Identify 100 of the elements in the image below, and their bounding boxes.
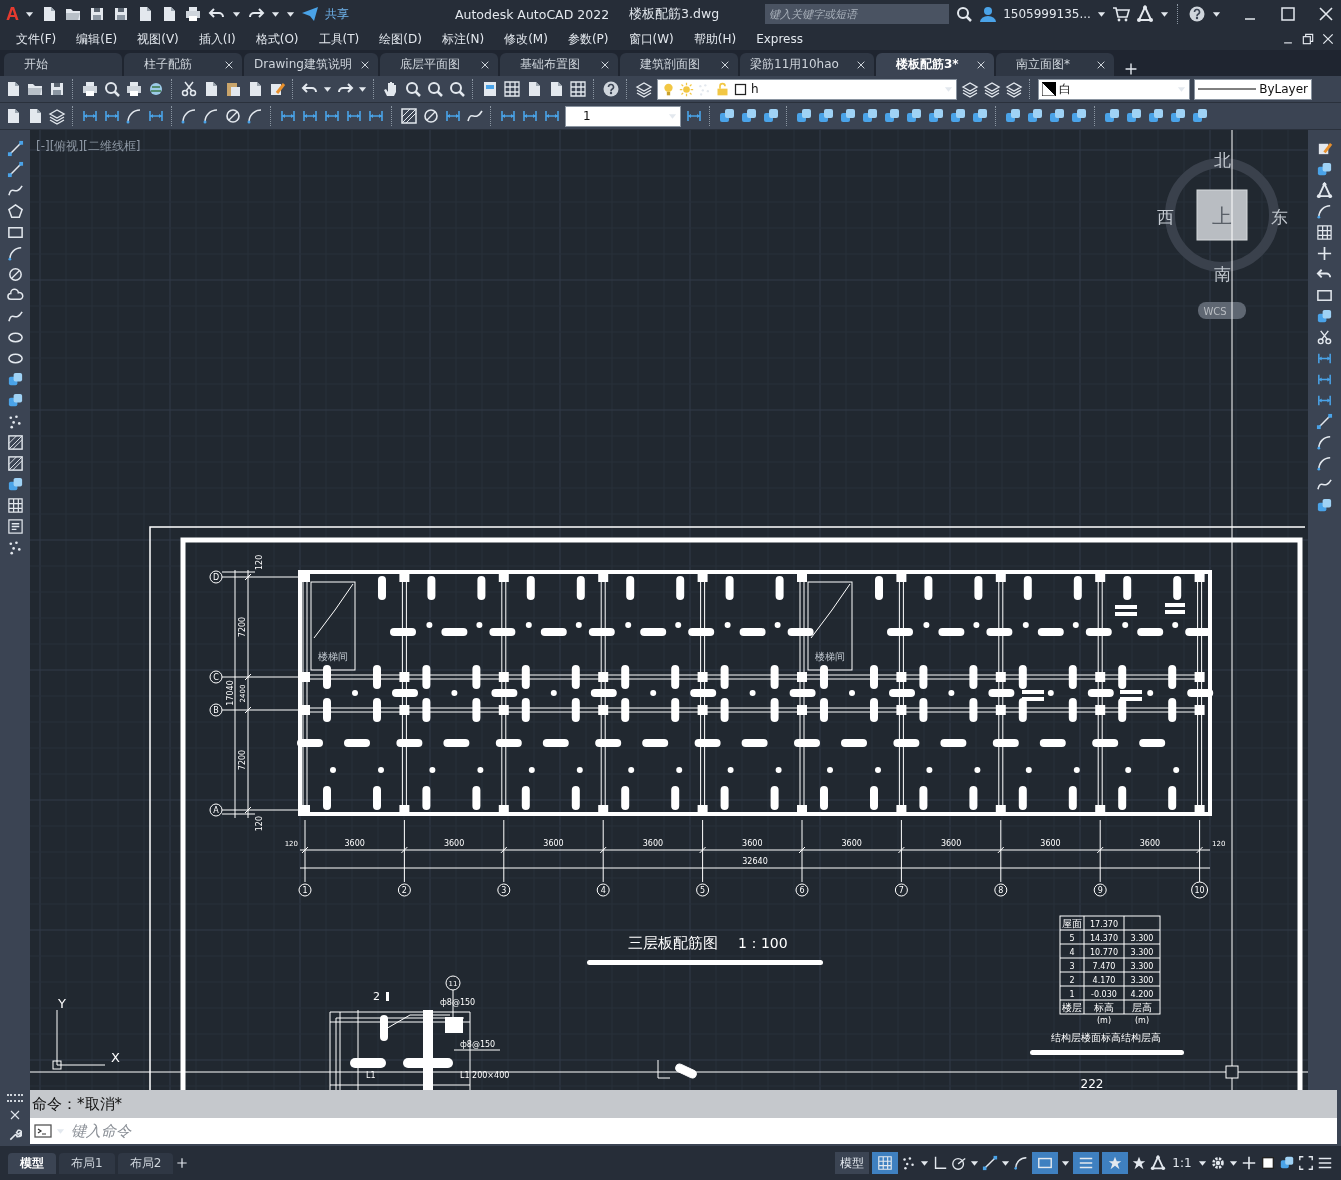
- document-tab[interactable]: 开始: [4, 53, 122, 76]
- block-icon[interactable]: [740, 107, 758, 125]
- arc-icon[interactable]: [202, 107, 220, 125]
- close-icon[interactable]: [1096, 59, 1106, 70]
- menu-item[interactable]: 帮助(H): [683, 30, 747, 48]
- close-icon[interactable]: [360, 59, 370, 70]
- menu-item[interactable]: 插入(I): [188, 30, 246, 48]
- maximize-icon[interactable]: [1279, 5, 1297, 23]
- document-tab[interactable]: 基础布置图: [500, 53, 618, 76]
- arc-icon[interactable]: [1316, 203, 1333, 220]
- printer-icon[interactable]: [184, 5, 202, 23]
- plus-icon[interactable]: [1316, 245, 1333, 262]
- circle-icon[interactable]: [6, 266, 24, 283]
- line-icon[interactable]: [6, 161, 24, 178]
- block-icon[interactable]: [1147, 107, 1165, 125]
- plus-icon[interactable]: [1241, 1155, 1257, 1171]
- menu-item[interactable]: Express: [746, 32, 813, 46]
- layers-icon[interactable]: [961, 80, 979, 98]
- block-icon[interactable]: [1316, 161, 1333, 178]
- rect-icon[interactable]: [1316, 287, 1333, 304]
- menu-icon[interactable]: [1317, 1155, 1333, 1171]
- viewport-label[interactable]: [-][俯视][二维线框]: [36, 139, 141, 153]
- menu-item[interactable]: 视图(V): [127, 30, 189, 48]
- grip-handle[interactable]: [7, 1093, 23, 1102]
- close-icon[interactable]: [224, 59, 234, 70]
- paper-plane-icon[interactable]: [301, 5, 319, 23]
- hatch-icon[interactable]: [6, 434, 24, 451]
- block-icon[interactable]: [6, 392, 24, 409]
- color-dropdown[interactable]: 白: [1038, 78, 1190, 100]
- zoom-icon[interactable]: [448, 80, 466, 98]
- triangle-icon[interactable]: [1150, 1155, 1166, 1171]
- layers-icon[interactable]: [983, 80, 1001, 98]
- document-tab[interactable]: Drawing建筑说明: [244, 53, 378, 76]
- search-field[interactable]: 键入关键字或短语: [765, 4, 950, 24]
- block-icon[interactable]: [718, 107, 736, 125]
- square-icon[interactable]: [1260, 1155, 1276, 1171]
- close-icon[interactable]: [1321, 32, 1335, 46]
- rect-icon[interactable]: [6, 224, 24, 241]
- block-icon[interactable]: [949, 107, 967, 125]
- zoom-icon[interactable]: [426, 80, 444, 98]
- block-icon[interactable]: [861, 107, 879, 125]
- menu-item[interactable]: 参数(P): [557, 30, 619, 48]
- grid-icon[interactable]: [569, 80, 587, 98]
- command-prompt-icon[interactable]: [34, 1122, 52, 1140]
- share-button[interactable]: 共享: [325, 5, 349, 23]
- dimstyle-dropdown[interactable]: 1: [565, 105, 681, 127]
- close-icon[interactable]: [720, 59, 730, 70]
- block-icon[interactable]: [1004, 107, 1022, 125]
- block-icon[interactable]: [1316, 308, 1333, 325]
- grid-icon[interactable]: [877, 1155, 893, 1171]
- menu-item[interactable]: 编辑(E): [66, 30, 128, 48]
- zoom-icon[interactable]: [103, 80, 121, 98]
- block-icon[interactable]: [1169, 107, 1187, 125]
- paragraph-icon[interactable]: [6, 518, 24, 535]
- triangle-icon[interactable]: [1316, 182, 1333, 199]
- star-icon[interactable]: [1107, 1155, 1123, 1171]
- menu-item[interactable]: 标注(N): [431, 30, 495, 48]
- menu-item[interactable]: 格式(O): [245, 30, 309, 48]
- dots-icon[interactable]: [901, 1155, 917, 1171]
- linetype-dropdown[interactable]: ByLayer: [1194, 78, 1312, 100]
- wrench-icon[interactable]: [8, 1128, 22, 1143]
- line-icon[interactable]: [6, 140, 24, 157]
- menu-item[interactable]: 文件(F): [6, 30, 67, 48]
- triangle-icon[interactable]: [1135, 5, 1154, 23]
- save-icon[interactable]: [88, 5, 106, 23]
- square-icon[interactable]: [733, 81, 748, 97]
- close-icon[interactable]: [9, 1109, 21, 1121]
- zoom-icon[interactable]: [955, 5, 974, 23]
- block-icon[interactable]: [905, 107, 923, 125]
- star-icon[interactable]: [1131, 1155, 1147, 1171]
- grid-icon[interactable]: [1316, 224, 1333, 241]
- polar-icon[interactable]: [951, 1155, 967, 1171]
- arc-icon[interactable]: [1013, 1155, 1029, 1171]
- compass-label[interactable]: 东: [1270, 207, 1288, 227]
- block-icon[interactable]: [795, 107, 813, 125]
- plus-icon[interactable]: [1124, 62, 1138, 76]
- block-icon[interactable]: [1279, 1155, 1295, 1171]
- model-space-button[interactable]: 模型: [835, 1152, 869, 1174]
- ortho-icon[interactable]: [932, 1155, 948, 1171]
- block-icon[interactable]: [839, 107, 857, 125]
- arc-icon[interactable]: [1316, 434, 1333, 451]
- compass-label[interactable]: 西: [1156, 207, 1174, 227]
- arc-icon[interactable]: [246, 107, 264, 125]
- close-icon[interactable]: [976, 59, 986, 70]
- layers-icon[interactable]: [1005, 80, 1023, 98]
- ellipse-icon[interactable]: [6, 350, 24, 367]
- dots-icon[interactable]: [697, 81, 712, 97]
- hatch-icon[interactable]: [6, 455, 24, 472]
- menu-item[interactable]: 窗口(W): [618, 30, 684, 48]
- ellipse-icon[interactable]: [6, 329, 24, 346]
- plus-icon[interactable]: [176, 1157, 189, 1169]
- cart-icon[interactable]: [1111, 5, 1130, 23]
- user-icon[interactable]: [979, 5, 998, 23]
- printer-icon[interactable]: [81, 80, 99, 98]
- restore-icon[interactable]: [1301, 32, 1315, 46]
- block-icon[interactable]: [1316, 497, 1333, 514]
- document-tab[interactable]: 柱子配筋: [124, 53, 242, 76]
- clipboard-icon[interactable]: [224, 80, 242, 98]
- help-icon[interactable]: [1187, 5, 1206, 23]
- arc-icon[interactable]: [1316, 455, 1333, 472]
